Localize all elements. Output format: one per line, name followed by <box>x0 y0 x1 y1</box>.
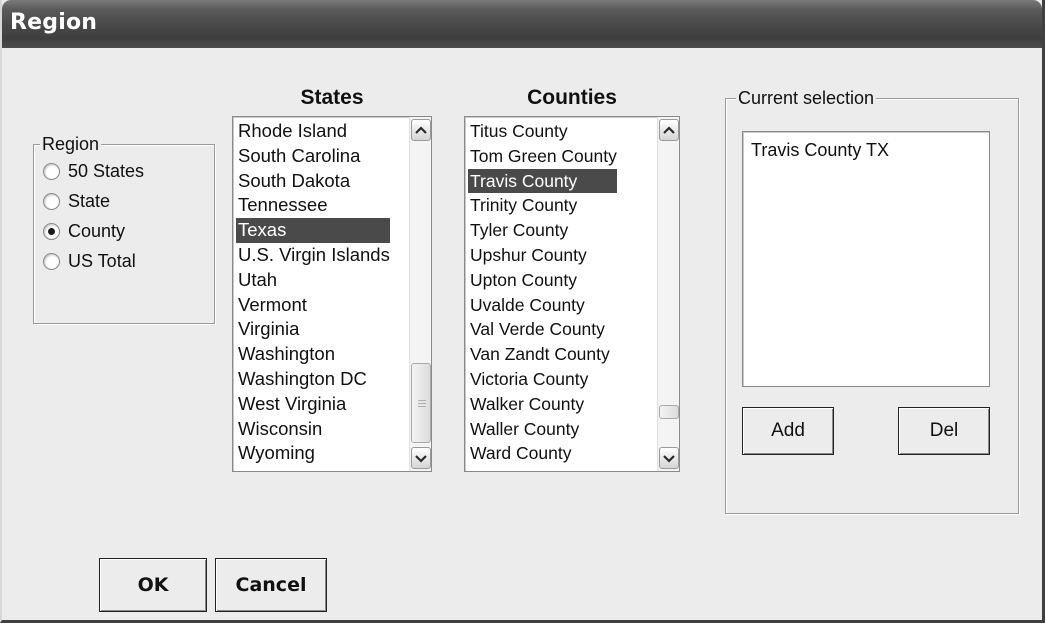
radio-button-state[interactable] <box>43 192 60 210</box>
states-scroll-down-button[interactable] <box>411 447 431 469</box>
states-list-item[interactable]: South Carolina <box>236 144 390 169</box>
counties-scrollbar[interactable] <box>657 117 679 471</box>
states-heading: States <box>300 86 364 109</box>
current-selection-listbox[interactable]: Travis County TX <box>742 131 990 387</box>
radio-button-50-states[interactable] <box>43 162 60 180</box>
states-list-item[interactable]: Wisconsin <box>236 417 390 442</box>
counties-scroll-up-button[interactable] <box>659 119 679 141</box>
counties-scroll-down-button[interactable] <box>659 447 679 469</box>
states-scrollbar[interactable] <box>409 117 431 471</box>
radio-us-total[interactable]: US Total <box>43 248 136 274</box>
states-scroll-up-button[interactable] <box>411 119 431 141</box>
states-scroll-thumb[interactable] <box>411 363 431 443</box>
counties-list-item[interactable]: Waller County <box>468 417 617 442</box>
states-list-items: Rhode Island South Carolina South Dakota Te… <box>236 119 390 466</box>
states-list-item[interactable]: Washington <box>236 342 390 367</box>
chevron-down-icon <box>663 454 675 463</box>
chevron-up-icon <box>415 125 427 134</box>
states-list-item[interactable]: U.S. Virgin Islands <box>236 243 390 268</box>
radio-label-county[interactable]: County <box>68 221 125 242</box>
states-list-item[interactable]: Tennessee <box>236 193 390 218</box>
states-list-item[interactable]: Rhode Island <box>236 119 390 144</box>
counties-list-item[interactable]: Travis County <box>468 168 617 194</box>
counties-scroll-thumb[interactable] <box>659 405 679 419</box>
radio-label-50-states[interactable]: 50 States <box>68 161 144 182</box>
counties-list-item[interactable]: Tom Green County <box>468 144 617 169</box>
counties-list-item[interactable]: Walker County <box>468 392 617 417</box>
counties-list-item[interactable]: Uvalde County <box>468 293 617 318</box>
radio-label-state[interactable]: State <box>68 191 110 212</box>
counties-list-item[interactable]: Val Verde County <box>468 317 617 342</box>
counties-list-item[interactable]: Titus County <box>468 119 617 144</box>
window-title: Region <box>10 10 98 35</box>
chevron-down-icon <box>415 454 427 463</box>
states-list-item[interactable]: Vermont <box>236 293 390 318</box>
cancel-button[interactable]: Cancel <box>215 558 327 612</box>
region-dialog: Region Region 50 States State County US … <box>0 0 1045 623</box>
states-list-item[interactable]: Washington DC <box>236 367 390 392</box>
states-list-item[interactable]: Texas <box>236 218 390 243</box>
counties-list-item[interactable]: Upton County <box>468 268 617 293</box>
ok-button[interactable]: OK <box>99 558 207 612</box>
counties-heading: Counties <box>527 86 617 109</box>
add-button[interactable]: Add <box>742 407 834 455</box>
radio-county[interactable]: County <box>43 218 125 244</box>
states-list-item[interactable]: Virginia <box>236 317 390 342</box>
counties-list-item[interactable]: Victoria County <box>468 367 617 392</box>
counties-list-items: Titus County Tom Green County Travis Count… <box>468 119 617 466</box>
counties-list-item[interactable]: Tyler County <box>468 218 617 243</box>
current-selection-label: Current selection <box>736 87 877 109</box>
dialog-client-area: Region 50 States State County US Total S… <box>2 48 1042 620</box>
radio-label-us-total[interactable]: US Total <box>68 251 136 272</box>
counties-list-item[interactable]: Upshur County <box>468 243 617 268</box>
current-selection-groupbox: Current selection Travis County TX Add D… <box>725 87 1019 514</box>
states-list-item[interactable]: South Dakota <box>236 169 390 194</box>
region-groupbox: Region 50 States State County US Total <box>33 133 215 324</box>
counties-listbox[interactable]: Titus County Tom Green County Travis Count… <box>464 116 680 472</box>
title-bar[interactable]: Region <box>2 0 1042 48</box>
region-group-label: Region <box>40 133 102 155</box>
selection-item[interactable]: Travis County TX <box>751 140 889 161</box>
states-list-item[interactable]: Wyoming <box>236 441 390 466</box>
counties-list-item[interactable]: Ward County <box>468 441 617 466</box>
radio-button-county[interactable] <box>43 222 60 240</box>
states-list-item[interactable]: Utah <box>236 268 390 293</box>
states-list-item[interactable]: West Virginia <box>236 392 390 417</box>
chevron-up-icon <box>663 125 675 134</box>
states-listbox[interactable]: Rhode Island South Carolina South Dakota Te… <box>232 116 432 472</box>
radio-button-us-total[interactable] <box>43 252 60 270</box>
counties-list-item[interactable]: Van Zandt County <box>468 342 617 367</box>
radio-state[interactable]: State <box>43 188 110 214</box>
radio-50-states[interactable]: 50 States <box>43 158 144 184</box>
counties-list-item[interactable]: Trinity County <box>468 193 617 218</box>
del-button[interactable]: Del <box>898 407 990 455</box>
